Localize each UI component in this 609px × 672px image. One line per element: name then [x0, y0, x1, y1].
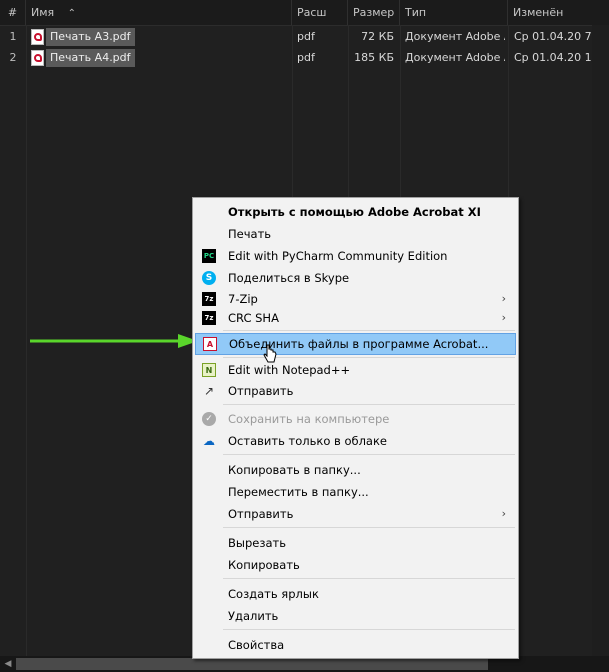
menu-notepad-plus[interactable]: N Edit with Notepad++ [195, 359, 516, 381]
menu-save-local: ✓ Сохранить на компьютере [195, 408, 516, 430]
scroll-left-icon[interactable]: ◀ [0, 656, 16, 672]
acrobat-icon: A [203, 337, 217, 351]
menu-delete[interactable]: Удалить [195, 605, 516, 627]
pycharm-icon: PC [202, 249, 216, 263]
chevron-right-icon: › [501, 507, 506, 520]
menu-separator [223, 629, 515, 630]
pdf-file-icon [31, 50, 44, 66]
header-ext[interactable]: Расш [292, 0, 348, 25]
file-type: Документ Adobe Acrobat [405, 51, 505, 64]
context-menu: Открыть с помощью Adobe Acrobat XI Печат… [192, 197, 519, 659]
menu-print[interactable]: Печать [195, 223, 516, 245]
mouse-cursor-icon [263, 344, 277, 363]
skype-icon: S [202, 271, 216, 285]
7zip-icon: 7z [202, 311, 216, 325]
menu-separator [223, 527, 515, 528]
menu-crc-sha[interactable]: 7z CRC SHA › [195, 307, 516, 329]
file-name[interactable]: Печать А4.pdf [46, 49, 135, 67]
menu-send-to[interactable]: Отправить › [195, 503, 516, 525]
header-size[interactable]: Размер [348, 0, 400, 25]
menu-copy[interactable]: Копировать [195, 554, 516, 576]
menu-combine-acrobat[interactable]: A Объединить файлы в программе Acrobat..… [195, 333, 516, 355]
menu-cut[interactable]: Вырезать [195, 532, 516, 554]
scrollbar-thumb[interactable] [16, 658, 488, 670]
menu-separator [223, 454, 515, 455]
menu-skype[interactable]: S Поделиться в Skype [195, 267, 516, 289]
menu-pycharm[interactable]: PC Edit with PyCharm Community Edition [195, 245, 516, 267]
column-header: # Имя ⌃ Расш Размер Тип Изменён [0, 0, 609, 26]
file-row[interactable]: 1 Печать А3.pdf pdf 72 КБ Документ Adobe… [0, 27, 609, 47]
menu-move-to-folder[interactable]: Переместить в папку... [195, 481, 516, 503]
header-name-label: Имя [31, 6, 55, 19]
menu-separator [223, 404, 515, 405]
menu-separator [223, 578, 515, 579]
header-num[interactable]: # [0, 0, 26, 25]
annotation-arrow-icon [30, 334, 198, 348]
file-size: 185 КБ [354, 51, 394, 64]
header-type[interactable]: Тип [400, 0, 508, 25]
column-divider [26, 25, 27, 656]
file-size: 72 КБ [361, 30, 394, 43]
menu-share[interactable]: ↗ Отправить [195, 380, 516, 402]
chevron-up-icon: ⌃ [67, 8, 77, 19]
pdf-file-icon [31, 29, 44, 45]
7zip-icon: 7z [202, 292, 216, 306]
header-modified[interactable]: Изменён [508, 0, 609, 25]
file-ext: pdf [297, 51, 315, 64]
menu-open-with-acrobat[interactable]: Открыть с помощью Adobe Acrobat XI [195, 201, 516, 223]
notepad-plus-icon: N [202, 363, 216, 377]
chevron-right-icon: › [501, 311, 506, 324]
menu-create-shortcut[interactable]: Создать ярлык [195, 583, 516, 605]
menu-properties[interactable]: Свойства [195, 634, 516, 656]
checkmark-icon: ✓ [202, 412, 216, 426]
row-number: 2 [9, 51, 17, 64]
menu-cloud-only[interactable]: ☁ Оставить только в облаке [195, 430, 516, 452]
row-number: 1 [9, 30, 17, 43]
menu-separator [223, 330, 515, 331]
file-row[interactable]: 2 Печать А4.pdf pdf 185 КБ Документ Adob… [0, 48, 609, 68]
file-ext: pdf [297, 30, 315, 43]
cloud-icon: ☁ [203, 434, 215, 448]
file-name[interactable]: Печать А3.pdf [46, 28, 135, 46]
menu-copy-to-folder[interactable]: Копировать в папку... [195, 459, 516, 481]
file-type: Документ Adobe Acrobat [405, 30, 505, 43]
share-icon: ↗ [203, 384, 215, 398]
vertical-scrollbar[interactable] [592, 25, 609, 656]
header-name[interactable]: Имя ⌃ [26, 0, 292, 25]
